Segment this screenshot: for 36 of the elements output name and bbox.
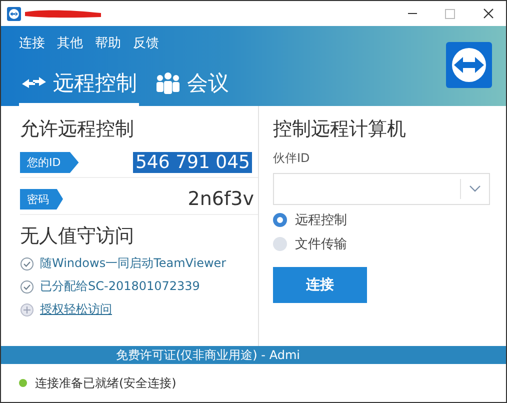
radio-label: 文件传输	[295, 236, 347, 253]
password-value: 2n6f3v	[188, 188, 255, 210]
partner-id-field[interactable]	[273, 173, 490, 205]
check-circle-icon	[20, 256, 34, 270]
menu-item[interactable]: 帮助	[95, 34, 121, 52]
check-circle-icon	[20, 280, 34, 294]
connect-button[interactable]: 连接	[273, 267, 367, 303]
people-icon	[155, 72, 181, 94]
field-label: 伙伴ID	[273, 150, 311, 167]
tab[interactable]: 会议	[153, 69, 231, 106]
section-title: 控制远程计算机	[273, 117, 407, 142]
id-value: 546 791 045	[133, 152, 252, 173]
app-logo-icon	[7, 6, 21, 20]
plus-circle-icon	[20, 302, 34, 316]
option-text: 随Windows一同启动TeamViewer	[40, 255, 226, 272]
close-icon[interactable]	[483, 8, 494, 19]
radio-button[interactable]	[273, 213, 287, 227]
radio-button[interactable]	[273, 237, 287, 251]
maximize-icon[interactable]	[445, 8, 455, 18]
status-text: 连接准备已就绪(安全连接)	[35, 374, 176, 392]
arrows-icon	[21, 75, 47, 91]
section-title: 允许远程控制	[20, 117, 135, 142]
option-text: 已分配给SC-201801072339	[40, 278, 200, 295]
app-logo-icon	[446, 42, 492, 88]
minimize-icon[interactable]	[408, 13, 417, 14]
tab[interactable]: 远程控制	[19, 69, 139, 106]
menu-item[interactable]: 连接	[19, 34, 45, 52]
section-title: 无人值守访问	[20, 224, 135, 249]
chevron-down-icon[interactable]	[469, 185, 481, 193]
radio-label: 远程控制	[295, 212, 347, 229]
password-label: 密码	[20, 188, 63, 210]
easy-access-link[interactable]: 授权轻松访问	[40, 301, 112, 318]
menu-item[interactable]: 反馈	[133, 34, 159, 52]
menu-item[interactable]: 其他	[57, 34, 83, 52]
id-label: 您的ID	[20, 152, 79, 173]
license-bar: 免费许可证(仅非商业用途) - Admi	[1, 346, 506, 364]
